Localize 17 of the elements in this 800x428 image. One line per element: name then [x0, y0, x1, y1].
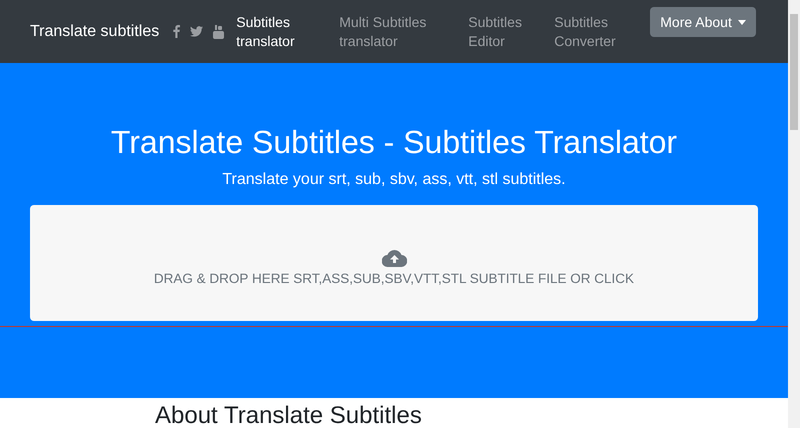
scrollbar-thumb[interactable]	[790, 14, 798, 130]
about-heading: About Translate Subtitles	[155, 402, 423, 428]
scrollbar[interactable]	[788, 0, 800, 428]
nav-link[interactable]: Subtitles translator	[236, 12, 340, 50]
caret-icon	[738, 20, 746, 24]
brand-link[interactable]: Translate subtitles	[30, 22, 160, 40]
nav-link[interactable]: Subtitles Converter	[554, 12, 650, 50]
more-about-dropdown[interactable]: More About	[650, 7, 756, 37]
dropzone-text: DRAG & DROP HERE SRT,ASS,SUB,SBV,VTT,STL SUBTITLE FILE OR CLICK	[154, 271, 634, 286]
cloud-upload-icon	[382, 250, 406, 267]
file-dropzone[interactable]: DRAG & DROP HERE SRT,ASS,SUB,SBV,VTT,STL SUBTITLE FILE OR CLICK	[30, 205, 758, 321]
facebook-icon[interactable]	[173, 25, 180, 38]
hero-subtitle: Translate your srt, sub, sbv, ass, vtt, stl subtitles.	[221, 171, 567, 189]
nav-link[interactable]: Multi Subtitles translator	[339, 12, 468, 50]
bird-icon[interactable]	[190, 26, 204, 37]
nav-link[interactable]: Subtitles Editor	[468, 12, 554, 50]
hero-title: Translate Subtitles - Subtitles Translator	[110, 123, 678, 161]
